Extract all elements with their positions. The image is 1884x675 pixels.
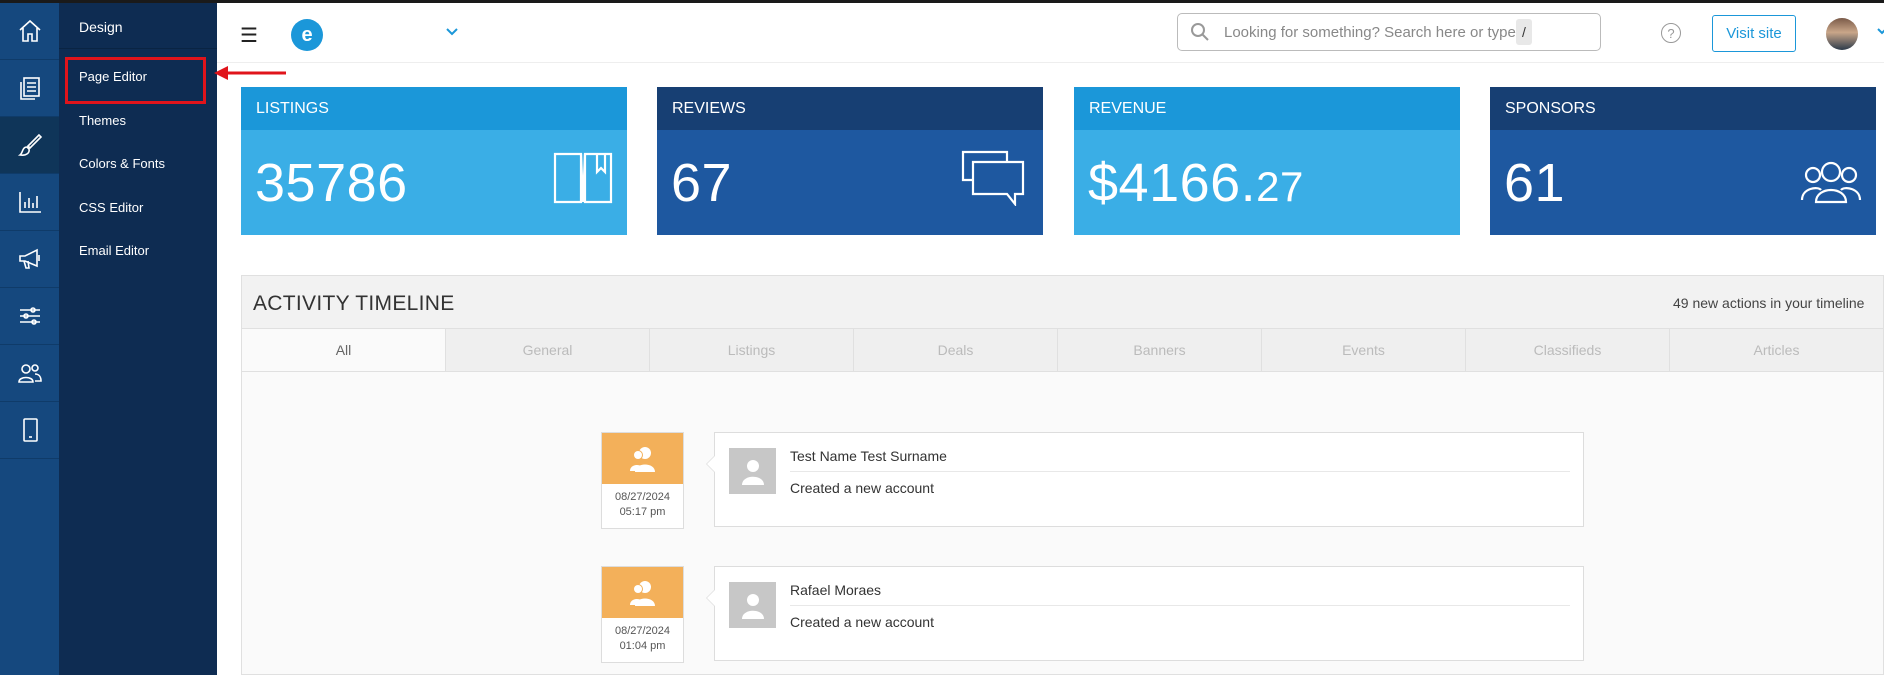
megaphone-icon [18,248,40,269]
stat-card-reviews[interactable]: REVIEWS 67 [657,87,1043,235]
rail-item-design[interactable] [0,117,59,174]
visit-site-button[interactable]: Visit site [1712,15,1796,52]
timeline-date: 08/27/2024 01:04 pm [601,566,684,663]
stat-card-value-main: $4166. [1088,153,1257,213]
rail-item-content[interactable] [0,60,59,117]
submenu-item-email-editor[interactable]: Email Editor [79,243,149,258]
user-placeholder-avatar [729,448,776,494]
tab-all[interactable]: All [242,329,446,371]
site-switcher-chevron-down-icon[interactable] [445,24,459,38]
timeline-entry-action: Created a new account [790,480,934,496]
tab-deals[interactable]: Deals [854,329,1058,371]
users-icon [17,364,42,383]
user-silhouette-icon [741,460,764,485]
brush-icon [17,133,42,156]
chat-bubbles-icon [961,150,1025,206]
top-border [0,0,1884,3]
search-icon [1191,23,1209,41]
stat-card-label: REVIEWS [657,87,1043,130]
timeline-entry-name[interactable]: Test Name Test Surname [790,448,947,464]
stat-card-value: $4166.27 [1088,152,1304,214]
tab-listings[interactable]: Listings [650,329,854,371]
activity-tabs: All General Listings Deals Banners Event… [242,329,1883,372]
user-placeholder-avatar [729,582,776,628]
book-icon [553,152,613,204]
tab-general[interactable]: General [446,329,650,371]
activity-title: ACTIVITY TIMELINE [253,292,455,315]
search-input[interactable] [1224,23,1524,41]
timeline-date-day: 08/27/2024 [614,625,671,637]
chart-icon [18,192,41,213]
activity-timeline: ACTIVITY TIMELINE 49 new actions in your… [241,275,1884,675]
timeline-entry-name[interactable]: Rafael Moraes [790,582,881,598]
mobile-icon [22,418,38,442]
user-menu-chevron-down-icon[interactable] [1877,26,1884,36]
submenu-title: Design [59,3,217,49]
stat-card-value: 35786 [255,153,408,213]
annotation-arrow-icon [214,66,286,80]
user-silhouette-icon [741,594,764,619]
timeline-entry[interactable]: Rafael Moraes Created a new account [706,566,1584,661]
tab-banners[interactable]: Banners [1058,329,1262,371]
sliders-icon [19,307,40,325]
tab-classifieds[interactable]: Classifieds [1466,329,1670,371]
activity-count: 49 new actions in your timeline [1673,295,1865,311]
stat-card-value: 67 [671,153,733,213]
user-avatar[interactable] [1826,18,1858,50]
search-shortcut-key: / [1516,19,1532,45]
group-icon [1800,161,1862,204]
site-logo[interactable]: e [291,19,323,51]
search-box[interactable]: / [1177,13,1601,51]
stat-card-sponsors[interactable]: SPONSORS 61 [1490,87,1876,235]
timeline-entry[interactable]: Test Name Test Surname Created a new acc… [706,432,1584,527]
rail-item-settings[interactable] [0,288,59,345]
stat-card-value-cents: 27 [1256,163,1304,210]
timeline-date: 08/27/2024 05:17 pm [601,432,684,529]
help-icon[interactable]: ? [1661,23,1681,43]
activity-header: ACTIVITY TIMELINE 49 new actions in your… [242,276,1883,329]
stat-card-revenue[interactable]: REVENUE $4166.27 [1074,87,1460,235]
timeline-date-time: 05:17 pm [619,506,666,518]
stat-card-label: LISTINGS [241,87,627,130]
rail-item-home[interactable] [0,3,59,60]
stat-card-listings[interactable]: LISTINGS 35786 [241,87,627,235]
pages-icon [19,77,40,100]
stat-card-label: SPONSORS [1490,87,1876,130]
submenu-item-css-editor[interactable]: CSS Editor [79,200,143,215]
tab-events[interactable]: Events [1262,329,1466,371]
timeline-date-day: 08/27/2024 [614,491,671,503]
icon-rail [0,3,59,675]
new-user-icon [629,580,655,606]
stat-card-value: 61 [1504,153,1566,213]
tab-articles[interactable]: Articles [1670,329,1883,371]
rail-item-promote[interactable] [0,231,59,288]
timeline-date-time: 01:04 pm [619,640,666,652]
timeline-entry-action: Created a new account [790,614,934,630]
home-icon [18,19,41,42]
submenu-item-themes[interactable]: Themes [79,113,126,128]
hamburger-menu-icon[interactable]: ☰ [240,23,258,48]
annotation-highlight-box [65,57,206,104]
new-user-icon [629,446,655,472]
rail-item-users[interactable] [0,345,59,402]
submenu-item-colors-fonts[interactable]: Colors & Fonts [79,156,165,171]
rail-item-mobile[interactable] [0,402,59,459]
rail-item-reports[interactable] [0,174,59,231]
top-header: ☰ e / ? Visit site [217,3,1884,63]
stat-card-label: REVENUE [1074,87,1460,130]
